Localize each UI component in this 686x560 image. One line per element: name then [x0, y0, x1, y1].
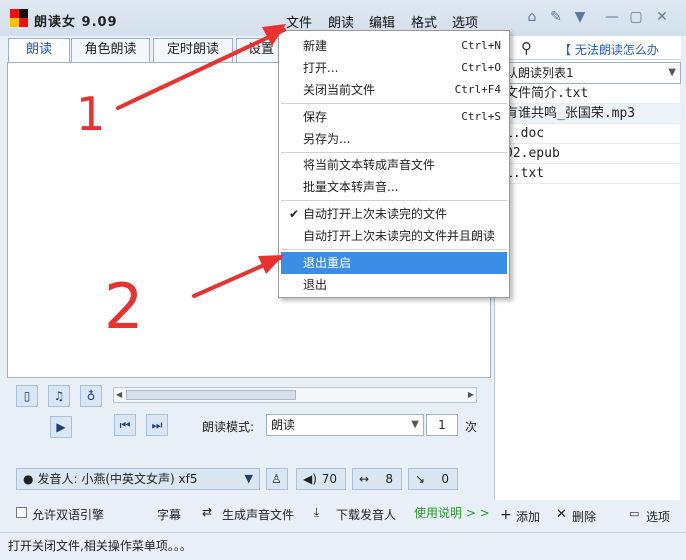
chevron-down-icon: ▼ — [244, 472, 253, 485]
volume-icon: ◀) — [303, 472, 317, 486]
generate-audio-button[interactable]: 生成声音文件 — [222, 506, 294, 523]
tab-role-read[interactable]: 角色朗读 — [71, 38, 150, 62]
play-button[interactable]: ▶ — [50, 416, 72, 438]
menu-item-restart[interactable]: 退出重启 — [281, 252, 507, 274]
mode-select[interactable]: 朗读 ▼ — [266, 414, 424, 436]
menu-item-save-as[interactable]: 另存为... — [281, 128, 507, 150]
next-button[interactable]: ⏭ — [146, 414, 168, 436]
search-icon[interactable]: ⚲ — [521, 39, 532, 57]
close-icon[interactable]: ✕ — [654, 9, 670, 25]
menu-separator — [281, 103, 507, 104]
options-icon[interactable]: ▭ — [629, 507, 639, 520]
menu-item-close-file[interactable]: 关闭当前文件 Ctrl+F4 — [281, 79, 507, 101]
search-box[interactable]: ⚲ 【 无法朗读怎么办 — [495, 36, 681, 60]
list-item[interactable]: 02.epub — [495, 144, 681, 164]
menu-options[interactable]: 选项 — [452, 12, 478, 31]
document-icon[interactable]: ▯ — [16, 385, 38, 407]
previous-button[interactable]: ⏮ — [114, 414, 136, 436]
reading-list-select[interactable]: 认朗读列表1 ▼ — [495, 62, 681, 84]
delete-button[interactable]: 删除 — [572, 508, 596, 525]
bilingual-checkbox[interactable] — [16, 507, 27, 518]
subtitle-button[interactable]: 字幕 — [157, 506, 181, 523]
options-button[interactable]: 选项 — [646, 508, 670, 525]
chevron-down-icon: ▼ — [411, 419, 419, 430]
volume-control[interactable]: ◀) 70 — [296, 468, 346, 490]
list-item[interactable]: 1.doc — [495, 124, 681, 144]
menu-item-auto-open-read[interactable]: 自动打开上次未读完的文件并且朗读 — [281, 225, 507, 247]
progress-scrollbar[interactable]: ◀ ▶ — [113, 387, 477, 403]
speed-value: 8 — [385, 472, 393, 486]
menu-file[interactable]: 文件 — [286, 12, 312, 31]
shirt-icon[interactable]: ▼ — [572, 9, 588, 25]
app-title: 朗读女 9.09 — [34, 15, 118, 30]
delete-icon[interactable]: ✕ — [556, 507, 567, 522]
tools-icon[interactable]: ✎ — [548, 9, 564, 25]
tab-read[interactable]: 朗读 — [8, 38, 70, 63]
maximize-icon[interactable]: ▢ — [628, 9, 644, 25]
menu-read[interactable]: 朗读 — [328, 12, 354, 31]
home-icon[interactable]: ⌂ — [524, 9, 540, 25]
voice-settings-icon[interactable]: ♙ — [266, 468, 288, 490]
speed-icon: ↔ — [359, 472, 370, 486]
pitch-value: 0 — [441, 472, 449, 486]
menu-item-exit[interactable]: 退出 — [281, 274, 507, 296]
checkmark-icon: ✔ — [289, 207, 300, 221]
bottom-toolbar: 允许双语引擎 字幕 ⇄ 生成声音文件 ⤓ 下载发音人 使用说明 > > — [0, 500, 494, 528]
menu-item-batch-convert[interactable]: 批量文本转声音... — [281, 176, 507, 198]
download-voice-button[interactable]: 下载发音人 — [336, 506, 396, 523]
add-icon[interactable]: + — [500, 507, 512, 523]
right-footer: + 添加 ✕ 删除 ▭ 选项 — [494, 502, 680, 526]
menu-item-auto-open[interactable]: ✔ 自动打开上次未读完的文件 — [281, 203, 507, 225]
tab-timed-read[interactable]: 定时朗读 — [153, 38, 233, 62]
menu-edit[interactable]: 编辑 — [369, 12, 395, 31]
list-item[interactable]: 有谁共鸣_张国荣.mp3 — [495, 104, 681, 124]
speed-control[interactable]: ↔ 8 — [352, 468, 402, 490]
help-link[interactable]: 【 无法朗读怎么办 — [559, 41, 659, 58]
music-icon[interactable]: ♫ — [48, 385, 70, 407]
add-button[interactable]: 添加 — [516, 508, 540, 525]
file-menu-dropdown: 新建 Ctrl+N 打开... Ctrl+O 关闭当前文件 Ctrl+F4 保存 Ctr… — [278, 30, 510, 298]
mode-value: 朗读 — [271, 418, 296, 432]
menu-separator — [281, 249, 507, 250]
scroll-left-icon[interactable]: ◀ — [116, 388, 122, 402]
mode-label: 朗读模式: — [202, 420, 255, 434]
minimize-icon[interactable]: — — [604, 9, 620, 25]
menu-item-new[interactable]: 新建 Ctrl+N — [281, 35, 507, 57]
convert-icon: ⇄ — [202, 505, 213, 519]
menu-separator — [281, 152, 507, 153]
voice-value: 发音人: 小燕(中英文女声) xf5 — [37, 472, 198, 486]
instructions-link[interactable]: 使用说明 > > — [414, 504, 490, 521]
right-panel: ⚲ 【 无法朗读怎么办 认朗读列表1 ▼ 文件简介.txt 有谁共鸣_张国荣.m… — [494, 36, 681, 500]
volume-value: 70 — [321, 472, 337, 486]
menu-separator — [281, 200, 507, 201]
menu-item-save[interactable]: 保存 Ctrl+S — [281, 106, 507, 128]
scroll-thumb[interactable] — [126, 390, 296, 400]
bilingual-label: 允许双语引擎 — [32, 508, 105, 522]
menu-item-text-to-audio[interactable]: 将当前文本转成声音文件 — [281, 154, 507, 176]
status-bar: 打开关闭文件,相关操作菜单项。。。 — [0, 532, 686, 560]
scroll-right-icon[interactable]: ▶ — [468, 388, 474, 402]
menu-item-open[interactable]: 打开... Ctrl+O — [281, 57, 507, 79]
pitch-icon: ↘ — [415, 472, 426, 486]
reading-list-value: 认朗读列表1 — [506, 66, 574, 80]
chevron-down-icon: ▼ — [668, 67, 676, 78]
pitch-control[interactable]: ↘ 0 — [408, 468, 458, 490]
list-item[interactable]: 1.txt — [495, 164, 681, 184]
repeat-count-input[interactable]: 1 — [426, 414, 458, 436]
microphone-icon[interactable]: ♁ — [80, 385, 102, 407]
download-icon: ⤓ — [314, 505, 320, 519]
voice-select[interactable]: ● 发音人: 小燕(中英文女声) xf5 ▼ — [16, 468, 260, 490]
person-icon: ● — [23, 472, 34, 486]
app-logo-icon — [10, 9, 28, 27]
menu-format[interactable]: 格式 — [411, 12, 437, 31]
repeat-count-unit: 次 — [465, 420, 478, 434]
list-item[interactable]: 文件简介.txt — [495, 84, 681, 104]
